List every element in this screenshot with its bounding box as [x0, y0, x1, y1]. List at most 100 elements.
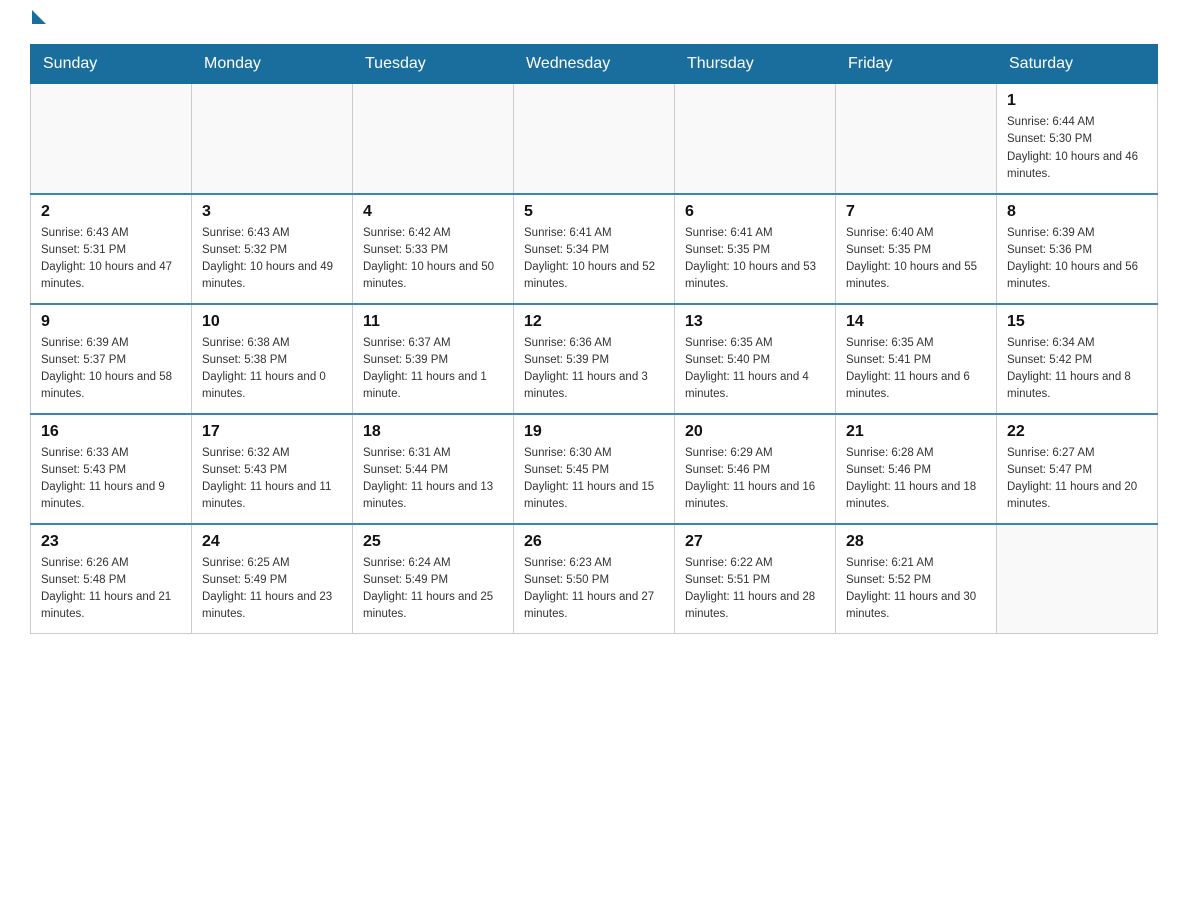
calendar-cell: 24 Sunrise: 6:25 AMSunset: 5:49 PMDayligh…	[192, 524, 353, 634]
day-number: 25	[363, 533, 503, 551]
day-info: Sunrise: 6:43 AMSunset: 5:32 PMDaylight:…	[202, 225, 342, 294]
day-info: Sunrise: 6:29 AMSunset: 5:46 PMDaylight:…	[685, 445, 825, 514]
day-number: 23	[41, 533, 181, 551]
calendar-cell	[31, 84, 192, 194]
calendar-cell: 9 Sunrise: 6:39 AMSunset: 5:37 PMDaylight…	[31, 304, 192, 414]
calendar-cell: 21 Sunrise: 6:28 AMSunset: 5:46 PMDayligh…	[836, 414, 997, 524]
calendar-week-row: 2 Sunrise: 6:43 AMSunset: 5:31 PMDaylight…	[31, 194, 1158, 304]
day-number: 9	[41, 313, 181, 331]
logo	[30, 20, 46, 22]
calendar-cell: 28 Sunrise: 6:21 AMSunset: 5:52 PMDayligh…	[836, 524, 997, 634]
calendar-cell: 16 Sunrise: 6:33 AMSunset: 5:43 PMDayligh…	[31, 414, 192, 524]
day-info: Sunrise: 6:35 AMSunset: 5:40 PMDaylight:…	[685, 335, 825, 404]
day-number: 2	[41, 203, 181, 221]
day-number: 11	[363, 313, 503, 331]
day-info: Sunrise: 6:32 AMSunset: 5:43 PMDaylight:…	[202, 445, 342, 514]
day-info: Sunrise: 6:39 AMSunset: 5:37 PMDaylight:…	[41, 335, 181, 404]
calendar-week-row: 16 Sunrise: 6:33 AMSunset: 5:43 PMDayligh…	[31, 414, 1158, 524]
calendar-cell: 10 Sunrise: 6:38 AMSunset: 5:38 PMDayligh…	[192, 304, 353, 414]
calendar-cell: 19 Sunrise: 6:30 AMSunset: 5:45 PMDayligh…	[514, 414, 675, 524]
day-info: Sunrise: 6:27 AMSunset: 5:47 PMDaylight:…	[1007, 445, 1147, 514]
calendar-cell: 2 Sunrise: 6:43 AMSunset: 5:31 PMDaylight…	[31, 194, 192, 304]
logo-triangle-icon	[32, 10, 46, 24]
calendar-cell: 1Sunrise: 6:44 AMSunset: 5:30 PMDaylight…	[997, 84, 1158, 194]
day-number: 16	[41, 423, 181, 441]
day-number: 1	[1007, 92, 1147, 110]
day-number: 6	[685, 203, 825, 221]
calendar-cell	[675, 84, 836, 194]
calendar-table: SundayMondayTuesdayWednesdayThursdayFrid…	[30, 44, 1158, 634]
calendar-cell: 6 Sunrise: 6:41 AMSunset: 5:35 PMDaylight…	[675, 194, 836, 304]
calendar-cell: 4 Sunrise: 6:42 AMSunset: 5:33 PMDaylight…	[353, 194, 514, 304]
calendar-cell	[192, 84, 353, 194]
day-number: 10	[202, 313, 342, 331]
weekday-header-row: SundayMondayTuesdayWednesdayThursdayFrid…	[31, 45, 1158, 84]
day-info: Sunrise: 6:24 AMSunset: 5:49 PMDaylight:…	[363, 555, 503, 624]
weekday-header-saturday: Saturday	[997, 45, 1158, 84]
day-number: 26	[524, 533, 664, 551]
day-info: Sunrise: 6:22 AMSunset: 5:51 PMDaylight:…	[685, 555, 825, 624]
day-info: Sunrise: 6:30 AMSunset: 5:45 PMDaylight:…	[524, 445, 664, 514]
day-number: 15	[1007, 313, 1147, 331]
weekday-header-tuesday: Tuesday	[353, 45, 514, 84]
day-number: 5	[524, 203, 664, 221]
day-info: Sunrise: 6:39 AMSunset: 5:36 PMDaylight:…	[1007, 225, 1147, 294]
day-info: Sunrise: 6:41 AMSunset: 5:34 PMDaylight:…	[524, 225, 664, 294]
day-info: Sunrise: 6:33 AMSunset: 5:43 PMDaylight:…	[41, 445, 181, 514]
day-info: Sunrise: 6:41 AMSunset: 5:35 PMDaylight:…	[685, 225, 825, 294]
day-info: Sunrise: 6:42 AMSunset: 5:33 PMDaylight:…	[363, 225, 503, 294]
day-number: 12	[524, 313, 664, 331]
day-number: 8	[1007, 203, 1147, 221]
day-number: 13	[685, 313, 825, 331]
day-info: Sunrise: 6:43 AMSunset: 5:31 PMDaylight:…	[41, 225, 181, 294]
calendar-cell	[997, 524, 1158, 634]
calendar-cell: 15 Sunrise: 6:34 AMSunset: 5:42 PMDayligh…	[997, 304, 1158, 414]
day-number: 21	[846, 423, 986, 441]
calendar-cell: 17 Sunrise: 6:32 AMSunset: 5:43 PMDayligh…	[192, 414, 353, 524]
calendar-cell: 27 Sunrise: 6:22 AMSunset: 5:51 PMDayligh…	[675, 524, 836, 634]
calendar-cell: 20 Sunrise: 6:29 AMSunset: 5:46 PMDayligh…	[675, 414, 836, 524]
day-number: 4	[363, 203, 503, 221]
day-number: 18	[363, 423, 503, 441]
day-number: 24	[202, 533, 342, 551]
calendar-week-row: 23 Sunrise: 6:26 AMSunset: 5:48 PMDayligh…	[31, 524, 1158, 634]
day-number: 22	[1007, 423, 1147, 441]
calendar-cell: 25 Sunrise: 6:24 AMSunset: 5:49 PMDayligh…	[353, 524, 514, 634]
calendar-cell: 5 Sunrise: 6:41 AMSunset: 5:34 PMDaylight…	[514, 194, 675, 304]
day-info: Sunrise: 6:26 AMSunset: 5:48 PMDaylight:…	[41, 555, 181, 624]
day-number: 27	[685, 533, 825, 551]
weekday-header-friday: Friday	[836, 45, 997, 84]
calendar-week-row: 9 Sunrise: 6:39 AMSunset: 5:37 PMDaylight…	[31, 304, 1158, 414]
day-info: Sunrise: 6:25 AMSunset: 5:49 PMDaylight:…	[202, 555, 342, 624]
calendar-cell: 3Sunrise: 6:43 AMSunset: 5:32 PMDaylight…	[192, 194, 353, 304]
calendar-cell: 23 Sunrise: 6:26 AMSunset: 5:48 PMDayligh…	[31, 524, 192, 634]
day-info: Sunrise: 6:40 AMSunset: 5:35 PMDaylight:…	[846, 225, 986, 294]
weekday-header-wednesday: Wednesday	[514, 45, 675, 84]
calendar-cell: 13 Sunrise: 6:35 AMSunset: 5:40 PMDayligh…	[675, 304, 836, 414]
calendar-cell: 7Sunrise: 6:40 AMSunset: 5:35 PMDaylight…	[836, 194, 997, 304]
calendar-cell: 26 Sunrise: 6:23 AMSunset: 5:50 PMDayligh…	[514, 524, 675, 634]
calendar-cell: 12 Sunrise: 6:36 AMSunset: 5:39 PMDayligh…	[514, 304, 675, 414]
day-info: Sunrise: 6:21 AMSunset: 5:52 PMDaylight:…	[846, 555, 986, 624]
day-info: Sunrise: 6:31 AMSunset: 5:44 PMDaylight:…	[363, 445, 503, 514]
header	[30, 20, 1158, 24]
day-number: 20	[685, 423, 825, 441]
calendar-cell	[514, 84, 675, 194]
day-info: Sunrise: 6:28 AMSunset: 5:46 PMDaylight:…	[846, 445, 986, 514]
weekday-header-thursday: Thursday	[675, 45, 836, 84]
day-number: 17	[202, 423, 342, 441]
calendar-cell	[836, 84, 997, 194]
day-info: Sunrise: 6:35 AMSunset: 5:41 PMDaylight:…	[846, 335, 986, 404]
day-number: 19	[524, 423, 664, 441]
day-number: 28	[846, 533, 986, 551]
calendar-week-row: 1Sunrise: 6:44 AMSunset: 5:30 PMDaylight…	[31, 84, 1158, 194]
calendar-cell	[353, 84, 514, 194]
calendar-cell: 11Sunrise: 6:37 AMSunset: 5:39 PMDayligh…	[353, 304, 514, 414]
day-info: Sunrise: 6:23 AMSunset: 5:50 PMDaylight:…	[524, 555, 664, 624]
weekday-header-sunday: Sunday	[31, 45, 192, 84]
day-number: 14	[846, 313, 986, 331]
calendar-cell: 8 Sunrise: 6:39 AMSunset: 5:36 PMDaylight…	[997, 194, 1158, 304]
day-info: Sunrise: 6:34 AMSunset: 5:42 PMDaylight:…	[1007, 335, 1147, 404]
day-info: Sunrise: 6:38 AMSunset: 5:38 PMDaylight:…	[202, 335, 342, 404]
day-info: Sunrise: 6:36 AMSunset: 5:39 PMDaylight:…	[524, 335, 664, 404]
